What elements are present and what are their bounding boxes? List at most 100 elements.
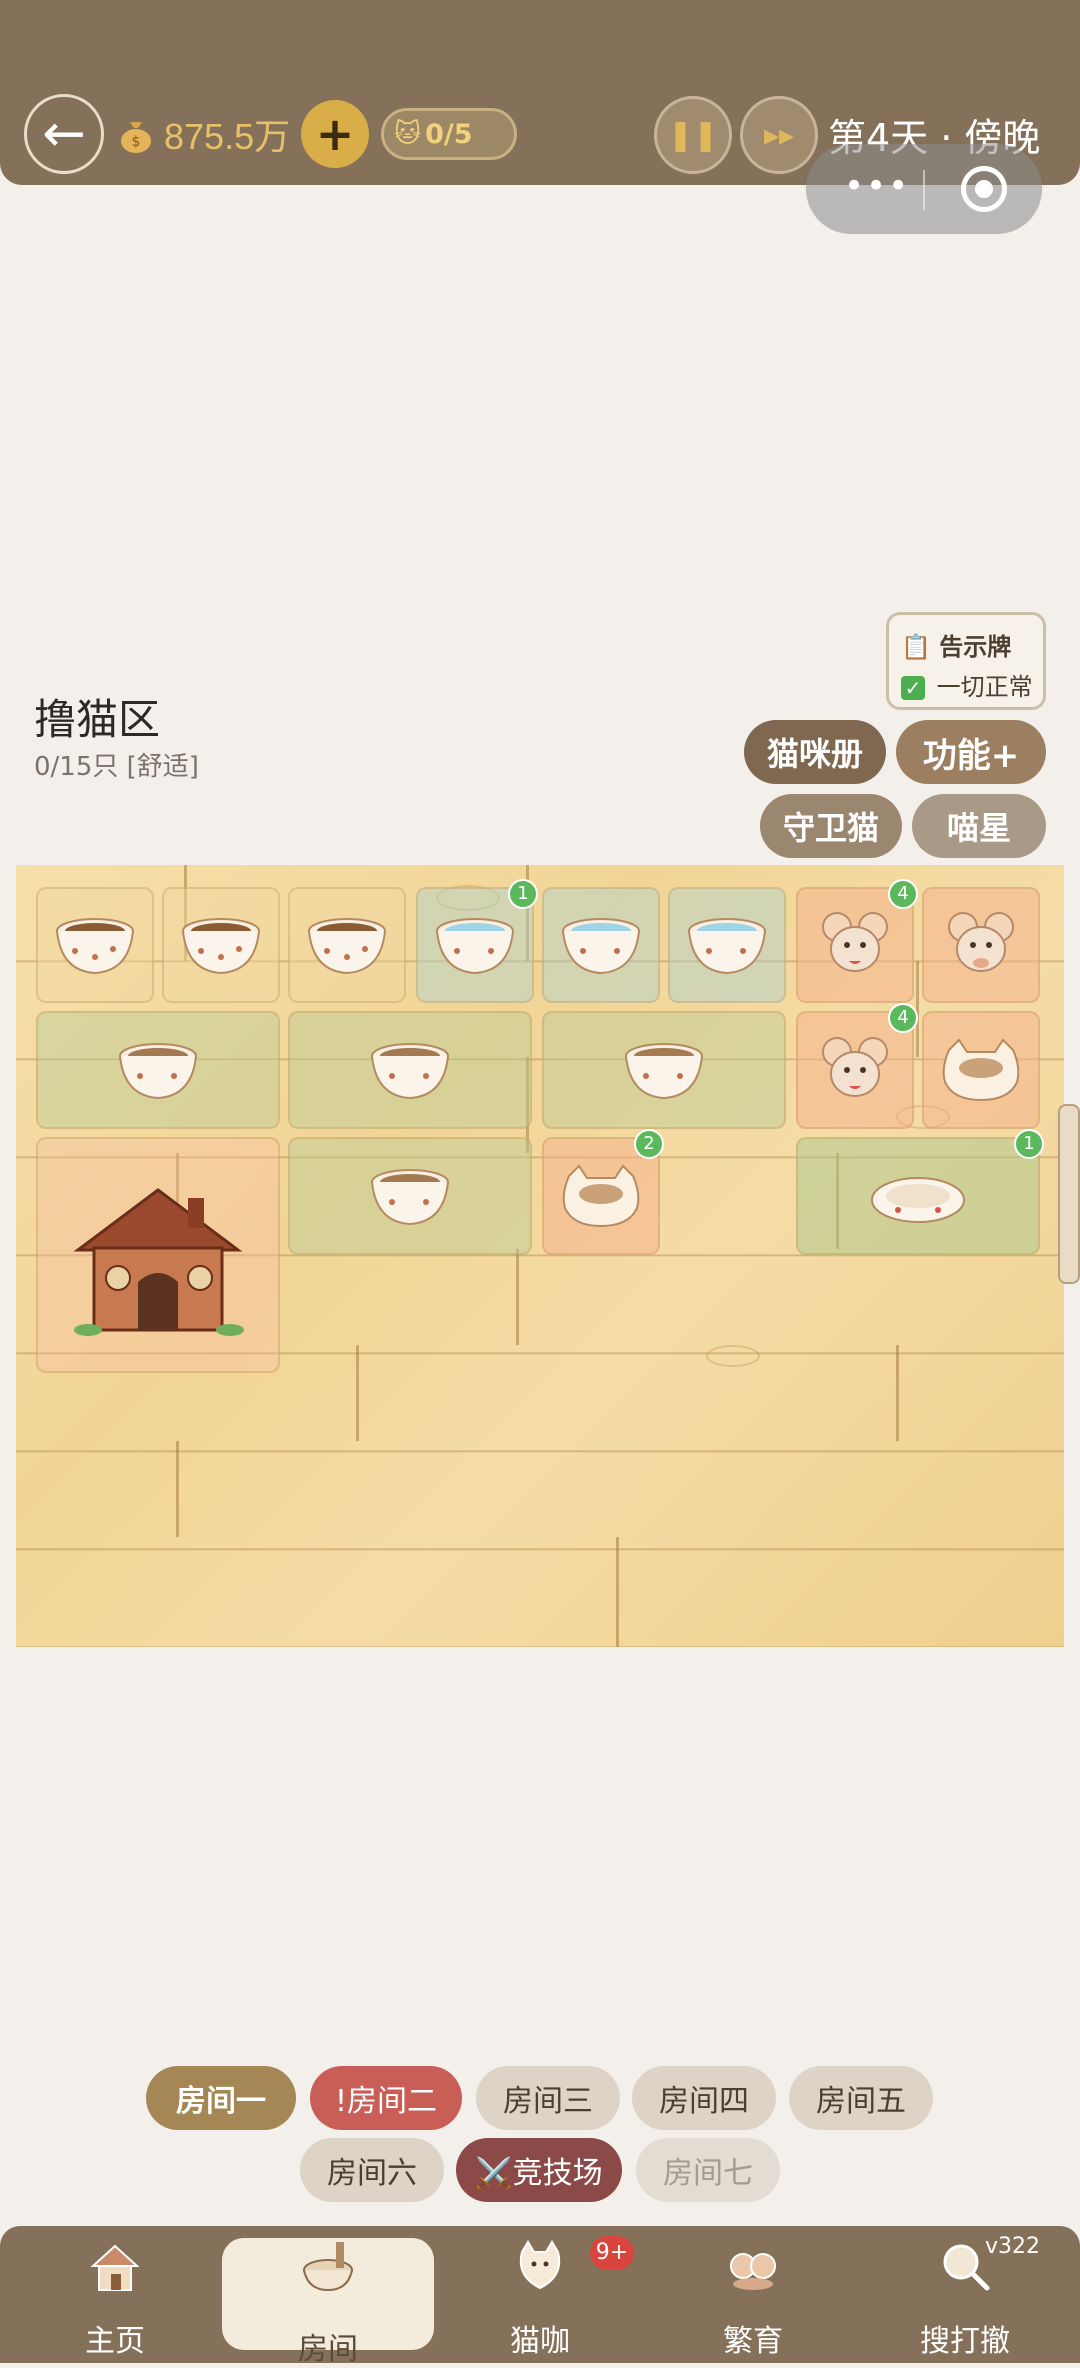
pause-icon: ❚❚ — [667, 117, 719, 153]
cat-bed-icon — [871, 1177, 965, 1223]
room-tab-4[interactable]: 房间四 — [632, 2066, 776, 2130]
food-bowl-icon — [371, 1169, 449, 1226]
more-menu-icon[interactable]: ••• — [844, 166, 910, 206]
room-tab-6[interactable]: 房间六 — [300, 2138, 444, 2202]
room-tab-7[interactable]: 房间七 — [636, 2138, 780, 2202]
food-bowl-slot[interactable] — [36, 887, 154, 1003]
nav-room[interactable]: 房间 — [233, 2226, 423, 2367]
mouse-toy-slot[interactable]: 4 — [796, 879, 918, 1003]
notice-status-row: ✓ 一切正常 — [901, 667, 1033, 702]
arena-tab[interactable]: ⚔️竞技场 — [456, 2138, 622, 2202]
nav-label: 繁育 — [723, 2324, 783, 2359]
pause-button[interactable]: ❚❚ — [654, 96, 732, 174]
plank-seam — [516, 1249, 519, 1345]
meow-star-button[interactable]: 喵星 — [912, 794, 1046, 858]
food-bowl-slot[interactable] — [288, 1011, 532, 1129]
cat-count-text: 0/5 — [425, 118, 473, 150]
cat-shaped-bowl-icon — [942, 1038, 1020, 1102]
mouse-toy-icon — [822, 912, 888, 972]
side-drawer-handle[interactable] — [1058, 1104, 1080, 1284]
cat-house-slot[interactable] — [36, 1137, 280, 1373]
cat-bed-slot[interactable]: 1 — [796, 1129, 1044, 1255]
guard-cat-button[interactable]: 守卫猫 — [760, 794, 902, 858]
plank-seam — [616, 1537, 619, 1647]
money-bag-icon: $ — [121, 122, 151, 153]
water-bowl-slot[interactable]: 1 — [416, 879, 538, 1003]
back-arrow-icon: ← — [42, 104, 86, 164]
room-tab-2[interactable]: !房间二 — [310, 2066, 462, 2130]
cat-cup-icon — [519, 2240, 561, 2290]
cat-pair-icon — [730, 2253, 776, 2290]
fast-forward-button[interactable]: ▸▸ — [740, 96, 818, 174]
features-button[interactable]: 功能+ — [896, 720, 1046, 784]
notification-badge: 9+ — [590, 2236, 634, 2270]
count-badge: 1 — [508, 879, 538, 909]
room-tab-3[interactable]: 房间三 — [476, 2066, 620, 2130]
food-bowl-icon — [371, 1043, 449, 1100]
nav-label: 猫咖 — [510, 2324, 570, 2359]
zone-title: 撸猫区 — [34, 695, 161, 744]
mouse-toy-icon — [948, 912, 1014, 972]
food-bowl-icon — [182, 918, 260, 975]
floor-area[interactable]: 1 4 4 2 1 — [16, 865, 1064, 1647]
bowl-icon — [303, 2242, 353, 2292]
count-badge: 1 — [1014, 1129, 1044, 1159]
nav-home[interactable]: 主页 — [20, 2226, 210, 2363]
cat-face-icon: 🐱 — [394, 119, 422, 149]
nav-label: 主页 — [85, 2324, 145, 2359]
mouse-toy-slot[interactable]: 4 — [796, 1003, 918, 1129]
food-bowl-icon — [56, 918, 134, 975]
food-bowl-slot[interactable] — [288, 887, 406, 1003]
food-bowl-slot[interactable] — [36, 1011, 280, 1129]
mouse-toy-slot[interactable] — [922, 887, 1040, 1003]
house-icon — [90, 2244, 140, 2291]
nav-breeding[interactable]: 繁育 — [658, 2226, 848, 2363]
notice-title: 告示牌 — [939, 633, 1012, 661]
food-bowl-slot[interactable] — [288, 1137, 532, 1255]
count-badge: 4 — [888, 1003, 918, 1033]
fast-forward-icon: ▸▸ — [763, 117, 795, 153]
food-bowl-icon — [625, 1043, 703, 1100]
food-bowl-slot[interactable] — [542, 1011, 786, 1129]
notice-title-row: 📋 告示牌 — [901, 627, 1011, 662]
cat-shaped-bowl-icon — [562, 1164, 640, 1228]
room-tab-5[interactable]: 房间五 — [789, 2066, 933, 2130]
capsule-divider — [923, 170, 925, 210]
water-bowl-icon — [688, 918, 766, 975]
plank-seam — [176, 1441, 179, 1537]
water-bowl-slot[interactable] — [542, 887, 660, 1003]
cat-bowl-slot[interactable] — [922, 1011, 1040, 1129]
add-money-button[interactable]: + — [301, 100, 369, 168]
count-badge: 4 — [888, 879, 918, 909]
food-bowl-slot[interactable] — [162, 887, 280, 1003]
plank-seam — [896, 1345, 899, 1441]
clipboard-icon: 📋 — [901, 633, 931, 661]
wood-grain — [706, 1345, 760, 1367]
cat-count-badge[interactable]: 🐱 0/5 — [381, 108, 517, 160]
food-bowl-icon — [119, 1043, 197, 1100]
notice-board[interactable]: 📋 告示牌 ✓ 一切正常 — [886, 612, 1046, 710]
water-bowl-slot[interactable] — [668, 887, 786, 1003]
plus-icon: + — [315, 107, 355, 161]
version-label: v322 — [985, 2234, 1041, 2259]
close-program-icon[interactable] — [961, 166, 1007, 212]
back-button[interactable]: ← — [24, 94, 104, 174]
money-amount: 875.5万 — [164, 116, 291, 157]
food-bowl-icon — [308, 918, 386, 975]
water-bowl-icon — [562, 918, 640, 975]
svg-text:$: $ — [132, 134, 141, 150]
check-icon: ✓ — [901, 676, 925, 700]
zone-capacity: 0/15只 [舒适] — [34, 752, 199, 782]
water-bowl-icon — [436, 918, 514, 975]
count-badge: 2 — [634, 1129, 664, 1159]
notice-status: 一切正常 — [936, 673, 1033, 701]
mini-program-capsule: ••• — [806, 144, 1042, 234]
plank-seam — [356, 1345, 359, 1441]
mouse-toy-icon — [822, 1037, 888, 1097]
cat-book-button[interactable]: 猫咪册 — [744, 720, 886, 784]
room-tab-1[interactable]: 房间一 — [146, 2066, 296, 2130]
cat-bowl-slot[interactable]: 2 — [542, 1129, 664, 1255]
nav-label: 搜打撤 — [920, 2324, 1010, 2359]
plank-seam — [916, 961, 919, 1057]
nav-label: 房间 — [298, 2332, 358, 2367]
